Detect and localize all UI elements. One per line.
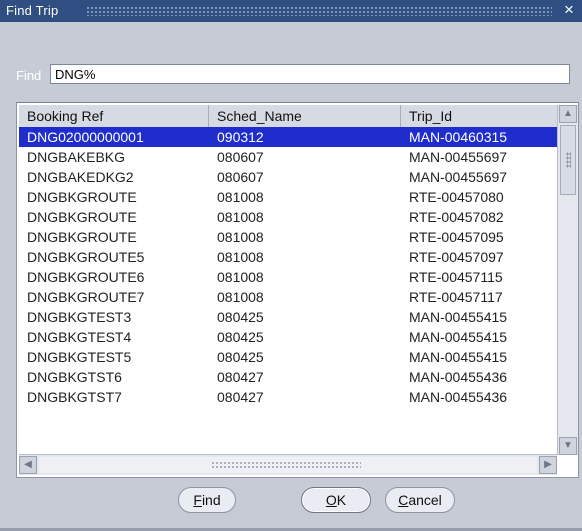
booking-ref-cell: DNGBAKEDKG2: [27, 169, 134, 185]
trip-id-cell: RTE-00457080: [409, 189, 504, 205]
trip-id-cell: MAN-00455436: [409, 389, 508, 405]
table-row[interactable]: DNGBKGROUTE6 081008 RTE-00457115: [19, 267, 557, 287]
results-table: Booking Ref Sched_Name Trip_Id DNG020000…: [16, 102, 579, 478]
booking-ref-cell: DNGBKGTEST3: [27, 309, 132, 325]
title-bar: Find Trip ×: [0, 0, 582, 22]
table-row[interactable]: DNGBKGTEST4 080425 MAN-00455415: [19, 327, 557, 347]
table-row[interactable]: DNGBAKEBKG 080607 MAN-00455697: [19, 147, 557, 167]
horizontal-scroll-thumb[interactable]: [39, 457, 537, 473]
window-title: Find Trip: [6, 3, 59, 18]
trip-id-cell: MAN-00455697: [409, 169, 508, 185]
ok-button[interactable]: OK: [301, 487, 371, 513]
find-label: Find: [16, 68, 42, 83]
sched-name-cell: 081008: [217, 249, 264, 265]
booking-ref-cell: DNGBKGROUTE7: [27, 289, 145, 305]
sched-name-cell: 080427: [217, 389, 264, 405]
scroll-down-icon[interactable]: ▼: [559, 437, 577, 455]
table-row[interactable]: DNGBKGTEST5 080425 MAN-00455415: [19, 347, 557, 367]
booking-ref-cell: DNGBKGTEST4: [27, 329, 132, 345]
table-header: Booking Ref Sched_Name Trip_Id: [19, 105, 557, 128]
trip-id-cell: MAN-00455415: [409, 309, 508, 325]
find-button[interactable]: Find: [178, 487, 236, 513]
trip-id-cell: MAN-00455436: [409, 369, 508, 385]
booking-ref-cell: DNGBKGROUTE: [27, 189, 137, 205]
booking-ref-cell: DNGBKGROUTE6: [27, 269, 145, 285]
table-row[interactable]: DNGBKGROUTE 081008 RTE-00457095: [19, 227, 557, 247]
column-header-sched-name[interactable]: Sched_Name: [209, 105, 401, 127]
close-icon[interactable]: ×: [560, 1, 578, 19]
trip-id-cell: RTE-00457095: [409, 229, 504, 245]
scroll-right-icon[interactable]: ▶: [539, 456, 557, 474]
booking-ref-cell: DNGBKGROUTE5: [27, 249, 145, 265]
trip-id-cell: RTE-00457097: [409, 249, 504, 265]
trip-id-cell: MAN-00455415: [409, 329, 508, 345]
sched-name-cell: 090312: [217, 129, 264, 145]
booking-ref-cell: DNGBAKEBKG: [27, 149, 126, 165]
sched-name-cell: 081008: [217, 269, 264, 285]
trip-id-cell: MAN-00455415: [409, 349, 508, 365]
sched-name-cell: 080427: [217, 369, 264, 385]
table-row[interactable]: DNGBKGROUTE 081008 RTE-00457082: [19, 207, 557, 227]
trip-id-cell: RTE-00457115: [409, 269, 503, 285]
column-header-trip-id[interactable]: Trip_Id: [401, 105, 557, 127]
horizontal-scrollbar[interactable]: ◀ ▶: [19, 454, 557, 475]
sched-name-cell: 081008: [217, 289, 264, 305]
vertical-scroll-thumb[interactable]: [560, 125, 576, 195]
sched-name-cell: 080425: [217, 329, 264, 345]
sched-name-cell: 081008: [217, 229, 264, 245]
table-row[interactable]: DNGBKGTEST3 080425 MAN-00455415: [19, 307, 557, 327]
table-row[interactable]: DNGBKGTST7 080427 MAN-00455436: [19, 387, 557, 407]
table-row[interactable]: DNG02000000001 090312 MAN-00460315: [19, 127, 557, 147]
table-row[interactable]: DNGBAKEDKG2 080607 MAN-00455697: [19, 167, 557, 187]
cancel-button[interactable]: Cancel: [385, 487, 455, 513]
trip-id-cell: MAN-00460315: [409, 129, 508, 145]
sched-name-cell: 080425: [217, 309, 264, 325]
table-row[interactable]: DNGBKGROUTE7 081008 RTE-00457117: [19, 287, 557, 307]
booking-ref-cell: DNGBKGROUTE: [27, 229, 137, 245]
column-header-booking-ref[interactable]: Booking Ref: [19, 105, 209, 127]
table-row[interactable]: DNGBKGTST6 080427 MAN-00455436: [19, 367, 557, 387]
trip-id-cell: RTE-00457082: [409, 209, 504, 225]
title-bar-grip: [86, 6, 552, 16]
booking-ref-cell: DNG02000000001: [27, 129, 144, 145]
find-input[interactable]: [50, 64, 570, 84]
sched-name-cell: 081008: [217, 209, 264, 225]
sched-name-cell: 080607: [217, 169, 264, 185]
vertical-scrollbar[interactable]: ▲ ▼: [557, 105, 578, 455]
trip-id-cell: MAN-00455697: [409, 149, 508, 165]
sched-name-cell: 080425: [217, 349, 264, 365]
table-row[interactable]: DNGBKGROUTE5 081008 RTE-00457097: [19, 247, 557, 267]
sched-name-cell: 080607: [217, 149, 264, 165]
scroll-left-icon[interactable]: ◀: [19, 456, 37, 474]
booking-ref-cell: DNGBKGTST6: [27, 369, 122, 385]
sched-name-cell: 081008: [217, 189, 264, 205]
results-grid: Booking Ref Sched_Name Trip_Id DNG020000…: [19, 105, 557, 453]
table-row[interactable]: DNGBKGROUTE 081008 RTE-00457080: [19, 187, 557, 207]
booking-ref-cell: DNGBKGTST7: [27, 389, 122, 405]
scroll-up-icon[interactable]: ▲: [559, 105, 577, 123]
booking-ref-cell: DNGBKGTEST5: [27, 349, 132, 365]
booking-ref-cell: DNGBKGROUTE: [27, 209, 137, 225]
dialog-body: Find Booking Ref Sched_Name Trip_Id DNG0…: [0, 22, 582, 531]
trip-id-cell: RTE-00457117: [409, 289, 503, 305]
